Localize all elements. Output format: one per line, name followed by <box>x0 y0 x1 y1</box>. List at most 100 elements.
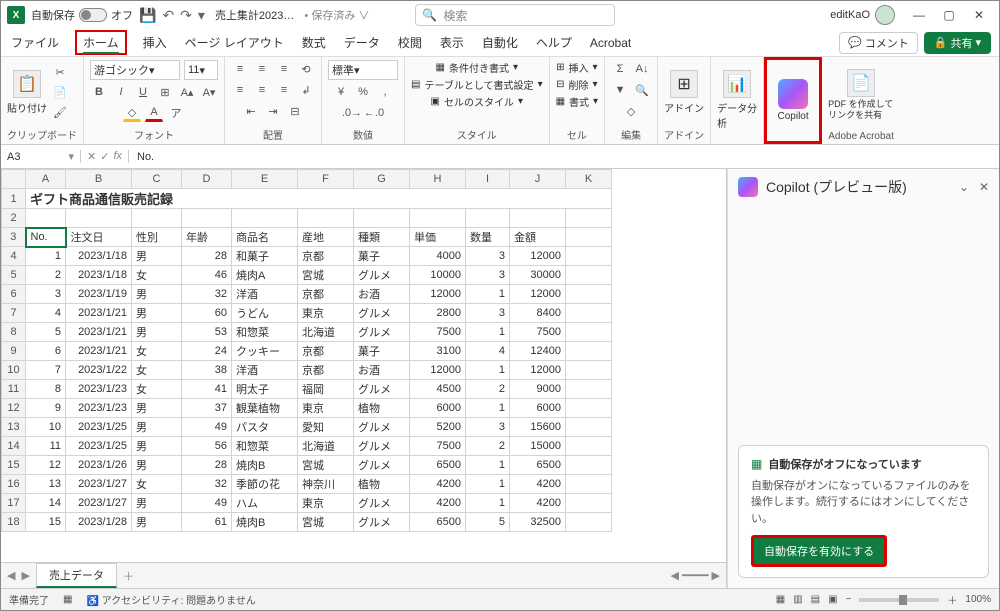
cell[interactable]: 13 <box>26 475 66 494</box>
font-size-dropdown[interactable]: 11 ▾ <box>184 60 218 80</box>
close-button[interactable]: ✕ <box>965 5 993 25</box>
cell[interactable]: クッキー <box>232 342 298 361</box>
cell[interactable]: 4200 <box>510 494 566 513</box>
cell[interactable]: 北海道 <box>298 323 354 342</box>
italic-button[interactable]: I <box>112 83 130 101</box>
copy-icon[interactable]: 📄 <box>51 84 69 102</box>
cell[interactable]: 7 <box>26 361 66 380</box>
cell[interactable]: パスタ <box>232 418 298 437</box>
cell[interactable]: 東京 <box>298 399 354 418</box>
col-header[interactable]: E <box>232 170 298 189</box>
cell[interactable]: 7500 <box>510 323 566 342</box>
redo-icon[interactable]: ↷ <box>180 7 192 24</box>
cell[interactable]: 53 <box>182 323 232 342</box>
cell[interactable]: 10 <box>26 418 66 437</box>
col-header[interactable]: H <box>410 170 466 189</box>
cell[interactable]: 6500 <box>410 513 466 532</box>
cell[interactable]: 和惣菜 <box>232 323 298 342</box>
cell[interactable] <box>566 437 612 456</box>
qat-dropdown-icon[interactable]: ▾ <box>198 7 205 24</box>
delete-cells-button[interactable]: ⊟ 削除 ▾ <box>556 77 597 92</box>
format-cells-button[interactable]: ▦ 書式 ▾ <box>556 94 598 109</box>
zoom-slider[interactable] <box>859 598 939 602</box>
cell[interactable] <box>566 456 612 475</box>
cell[interactable]: うどん <box>232 304 298 323</box>
cell[interactable]: 4000 <box>410 247 466 266</box>
cell[interactable]: 28 <box>182 456 232 475</box>
cell[interactable]: お酒 <box>354 285 410 304</box>
cell[interactable] <box>66 209 132 228</box>
cell[interactable]: グルメ <box>354 437 410 456</box>
cell[interactable]: 洋酒 <box>232 285 298 304</box>
cell[interactable]: 37 <box>182 399 232 418</box>
cell[interactable]: 2023/1/22 <box>66 361 132 380</box>
merge-button[interactable]: ⊟ <box>286 102 304 120</box>
cell[interactable]: 北海道 <box>298 437 354 456</box>
cell[interactable]: 男 <box>132 285 182 304</box>
tab-insert[interactable]: 挿入 <box>141 30 169 55</box>
cell[interactable]: 4 <box>466 342 510 361</box>
analyze-data-button[interactable]: 📊データ分析 <box>717 70 757 130</box>
format-painter-icon[interactable]: 🖌 <box>51 104 69 122</box>
cell[interactable]: 注文日 <box>66 228 132 247</box>
cancel-icon[interactable]: ✕ <box>87 150 96 163</box>
cell[interactable]: 1 <box>466 456 510 475</box>
decrease-indent-icon[interactable]: ⇤ <box>242 102 260 120</box>
display-settings-icon[interactable]: ▦ <box>776 594 785 605</box>
cell[interactable]: 6500 <box>510 456 566 475</box>
cell[interactable]: 6000 <box>510 399 566 418</box>
cell[interactable]: 年齢 <box>182 228 232 247</box>
col-header[interactable]: D <box>182 170 232 189</box>
cell[interactable]: 2023/1/18 <box>66 247 132 266</box>
cell[interactable]: 焼肉A <box>232 266 298 285</box>
cell[interactable]: 8 <box>26 380 66 399</box>
format-as-table-button[interactable]: ▤ テーブルとして書式設定 ▾ <box>411 77 543 92</box>
cell[interactable]: 植物 <box>354 399 410 418</box>
clear-icon[interactable]: ◇ <box>622 102 640 120</box>
cell[interactable]: ハム <box>232 494 298 513</box>
pane-collapse-icon[interactable]: ⌄ <box>959 180 969 194</box>
cell[interactable] <box>566 475 612 494</box>
new-sheet-button[interactable]: ＋ <box>123 568 134 584</box>
user-account[interactable]: editKaO <box>830 5 895 25</box>
cell[interactable]: 4200 <box>410 494 466 513</box>
autosave-toggle[interactable]: 自動保存 オフ <box>31 7 133 23</box>
cell[interactable]: 2023/1/26 <box>66 456 132 475</box>
cell[interactable]: 7500 <box>410 437 466 456</box>
cell[interactable] <box>566 342 612 361</box>
fill-icon[interactable]: ▼ <box>611 81 629 99</box>
cell[interactable]: 2023/1/21 <box>66 342 132 361</box>
cell[interactable]: No. <box>26 228 66 247</box>
cell[interactable]: 京都 <box>298 285 354 304</box>
increase-font-icon[interactable]: A▴ <box>178 83 196 101</box>
font-name-dropdown[interactable]: 游ゴシック ▾ <box>90 60 180 80</box>
maximize-button[interactable]: ▢ <box>935 5 963 25</box>
minimize-button[interactable]: — <box>905 5 933 25</box>
cell[interactable]: 観葉植物 <box>232 399 298 418</box>
tab-home[interactable]: ホーム <box>75 30 127 55</box>
cell[interactable]: お酒 <box>354 361 410 380</box>
cell[interactable]: 32 <box>182 475 232 494</box>
cell[interactable]: 2023/1/23 <box>66 399 132 418</box>
cell[interactable]: 2023/1/21 <box>66 304 132 323</box>
sheet-tab[interactable]: 売上データ <box>36 563 117 588</box>
cell[interactable] <box>566 418 612 437</box>
cell[interactable]: 和惣菜 <box>232 437 298 456</box>
increase-decimal-icon[interactable]: .0→ <box>343 104 361 122</box>
align-top-icon[interactable]: ≡ <box>231 60 249 78</box>
underline-button[interactable]: U <box>134 83 152 101</box>
cell[interactable] <box>566 513 612 532</box>
cell[interactable]: 32500 <box>510 513 566 532</box>
cell[interactable]: 3100 <box>410 342 466 361</box>
cell[interactable]: 6 <box>26 342 66 361</box>
cell[interactable]: グルメ <box>354 513 410 532</box>
cell[interactable]: グルメ <box>354 304 410 323</box>
col-header[interactable]: K <box>566 170 612 189</box>
align-right-icon[interactable]: ≡ <box>275 81 293 99</box>
cell[interactable]: 12000 <box>510 247 566 266</box>
cell[interactable]: 8400 <box>510 304 566 323</box>
page-break-view-icon[interactable]: ▣ <box>828 594 837 605</box>
cell[interactable]: 38 <box>182 361 232 380</box>
cell[interactable]: 洋酒 <box>232 361 298 380</box>
tab-automate[interactable]: 自動化 <box>480 30 520 55</box>
